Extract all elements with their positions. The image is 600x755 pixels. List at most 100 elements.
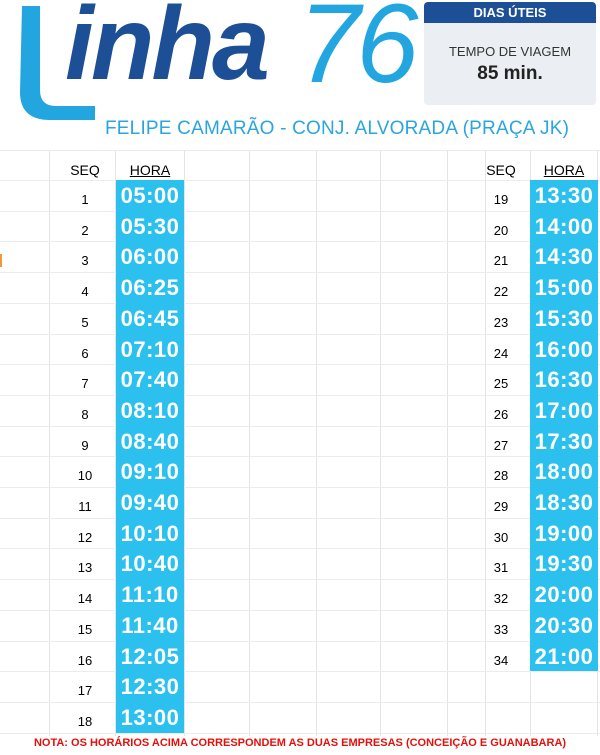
grid-line [0,701,600,703]
seq-number: 16 [77,652,93,668]
grid-line [0,640,600,642]
departure-time: 13:00 [120,704,180,730]
seq-number: 3 [81,253,89,269]
schedule-grid: SEQ HORA 1 05:00 2 05:30 3 06:00 4 06:25 5 06:45 6 07… [0,150,600,736]
grid-line [0,456,600,458]
departure-time: 13:30 [534,183,594,208]
seq-header: SEQ [486,162,516,178]
grid-line [0,517,600,519]
seq-number: 29 [493,499,509,514]
departure-time: 09:40 [120,490,180,515]
departure-time: 06:25 [120,275,180,301]
seq-number: 7 [81,376,89,392]
seq-number: 24 [493,345,509,361]
departure-time: 15:00 [534,275,594,301]
grid-line [0,272,600,274]
hora-header: HORA [129,162,171,178]
departure-time: 17:00 [534,397,594,423]
grid-line [0,210,600,212]
departure-time: 16:30 [534,367,594,393]
departure-time: 09:10 [120,459,180,485]
departure-time: 08:10 [120,397,180,423]
grid-line [0,609,600,611]
grid-line [0,333,600,335]
seq-number: 30 [493,529,509,545]
departure-time: 11:40 [121,612,179,638]
seq-number: 4 [81,284,89,300]
grid-line [0,732,600,734]
seq-number: 8 [81,406,89,422]
seq-number: 27 [493,437,509,453]
grid-line [49,150,50,736]
departure-time: 10:10 [120,520,180,546]
seq-number: 18 [77,713,93,729]
seq-header: SEQ [70,162,100,178]
grid-line [316,150,317,736]
hora-header: HORA [543,162,585,178]
grid-line [0,425,600,427]
seq-number: 2 [81,222,89,238]
seq-number: 12 [77,529,93,545]
departure-time: 07:10 [120,336,180,362]
grid-line [184,150,185,736]
departure-time: 18:30 [534,490,594,515]
seq-number: 15 [77,621,93,637]
travel-time-value: 85 min. [477,63,543,84]
departure-time: 10:40 [120,551,180,577]
seq-number: 26 [493,406,509,422]
departure-time: 20:30 [534,612,594,638]
seq-number: 34 [493,652,509,668]
departure-time: 11:10 [121,582,179,608]
seq-number: 13 [77,560,93,576]
info-box: DIAS ÚTEIS TEMPO DE VIAGEM 85 min. [424,2,596,105]
grid-line [0,241,600,243]
departure-time: 20:00 [534,582,594,608]
departure-time: 19:00 [534,520,594,546]
seq-number: 6 [81,345,89,361]
grid-line [380,150,381,736]
seq-number: 14 [77,591,93,607]
seq-number: 28 [493,468,509,484]
route-title: FELIPE CAMARÃO - CONJ. ALVORADA (PRAÇA J… [105,118,570,139]
departure-time: 05:00 [120,183,180,208]
grid-line [0,548,600,550]
grid-line [249,150,250,736]
grid-line [0,364,600,366]
seq-number: 31 [493,560,509,576]
seq-number: 20 [493,222,509,238]
footnote: NOTA: OS HORÁRIOS ACIMA CORRESPONDEM AS … [33,737,567,749]
logo-line-number: 76 [298,0,419,106]
departure-time: 14:00 [534,213,594,239]
departure-time: 06:45 [120,305,180,331]
seq-number: 32 [493,591,509,607]
seq-number: 23 [493,314,509,330]
seq-number: 11 [78,499,92,514]
grid-line [0,302,600,304]
grid-line [447,150,448,736]
grid-line [0,579,600,581]
departure-time: 14:30 [534,244,594,270]
seq-number: 9 [81,437,89,453]
departure-time: 12:05 [120,643,180,669]
departure-time: 07:40 [120,367,180,393]
logo-word: inha [65,0,270,102]
seq-number: 25 [493,376,509,392]
seq-number: 33 [493,621,509,637]
seq-number: 21 [493,253,509,269]
service-days-label: DIAS ÚTEIS [424,2,596,23]
grid-line [0,180,600,181]
seq-number: 5 [81,314,89,330]
seq-number: 17 [77,683,93,699]
travel-time-label: TEMPO DE VIAGEM [448,44,572,59]
departure-time: 06:00 [120,244,180,270]
grid-line [0,394,600,396]
seq-number: 1 [81,192,89,207]
departure-time: 17:30 [534,428,594,454]
seq-number: 19 [493,192,509,207]
grid-line [0,671,600,673]
grid-line [0,487,600,488]
departure-time: 15:30 [534,305,594,331]
departure-time: 05:30 [120,213,180,239]
departure-time: 19:30 [534,551,594,577]
seq-number: 10 [77,468,93,484]
